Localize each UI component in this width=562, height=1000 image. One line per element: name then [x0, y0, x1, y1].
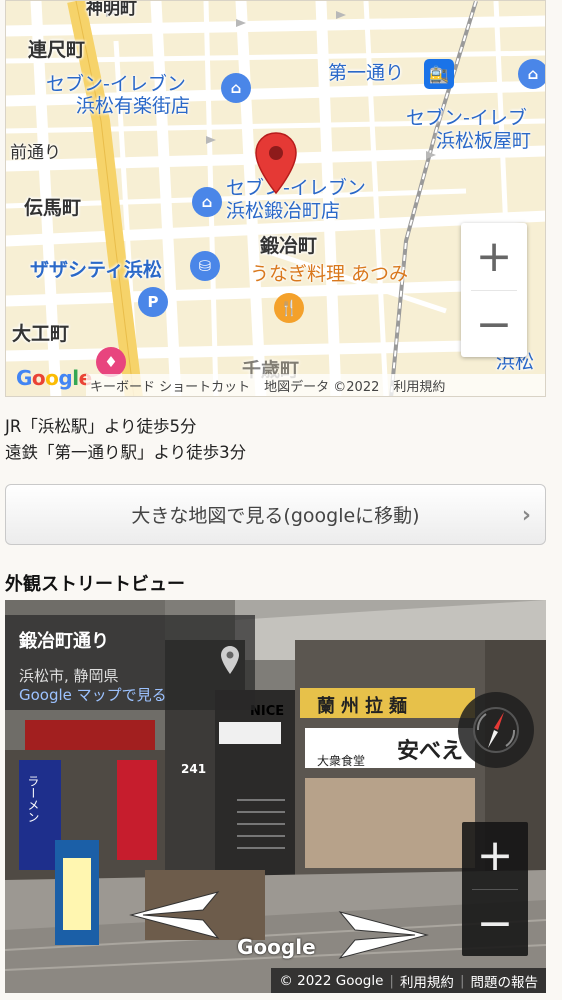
train-station-icon[interactable]: 🚉: [424, 59, 454, 89]
street-zoom-in-button[interactable]: +: [462, 822, 528, 889]
label-seven-itaya: セブン-イレブ: [406, 107, 527, 129]
street-location: 浜松市, 静岡県: [19, 667, 119, 685]
navigate-back-arrow-icon[interactable]: [123, 890, 223, 940]
convenience-store-icon[interactable]: ⌂: [518, 59, 545, 89]
label-mae-dori: 前通り: [10, 143, 61, 163]
sign-ranshu: 蘭州拉麺: [317, 696, 413, 717]
street-zoom-control: + −: [462, 822, 528, 956]
separator: |: [459, 972, 465, 989]
map-embed[interactable]: 神明町 連尺町 セブン-イレブン 浜松有楽街店 ⌂ 第一通り 🚉 ⌂ セブン-イ…: [5, 0, 546, 397]
label-seven-yurakugai-2: 浜松有楽街店: [76, 95, 191, 117]
google-logo[interactable]: Google: [16, 366, 92, 390]
access-jr: JR「浜松駅」より徒歩5分: [5, 417, 197, 436]
label-daiku: 大工町: [12, 323, 70, 345]
navigate-forward-arrow-icon[interactable]: [335, 910, 435, 960]
sign-yasube: 安べえ: [397, 739, 464, 764]
street-name: 鍛冶町通り: [19, 631, 109, 652]
street-view-embed[interactable]: NICE 241 蘭州拉麺 安べえ 大衆食堂 ラーメン 鍛冶町通り 浜松市, 静…: [5, 600, 546, 993]
label-daiichi-dori: 第一通り: [328, 62, 405, 84]
map-zoom-control: + −: [461, 223, 527, 357]
sign-taishu: 大衆食堂: [317, 754, 366, 768]
street-view-info-panel: 鍛冶町通り 浜松市, 静岡県 Google マップで見る: [5, 615, 255, 710]
location-pin-icon[interactable]: [254, 131, 298, 195]
label-zaza: ザザシティ浜松: [30, 259, 162, 281]
map-footer: キーボード ショートカット 地図データ ©2022 利用規約: [86, 374, 545, 396]
open-google-maps-button[interactable]: 大きな地図で見る(googleに移動) ›: [5, 484, 546, 545]
label-unagi: うなぎ料理 あつみ: [250, 263, 409, 285]
report-problem-link[interactable]: 問題の報告: [471, 971, 539, 991]
compass-icon[interactable]: [458, 692, 534, 768]
convenience-store-icon[interactable]: ⌂: [221, 73, 251, 103]
parking-icon[interactable]: P: [138, 287, 168, 317]
copyright-text: © 2022 Google: [279, 972, 384, 989]
street-zoom-out-button[interactable]: −: [462, 890, 528, 957]
label-seven-kajimachi-2: 浜松鍛冶町店: [226, 200, 341, 222]
sign-number: 241: [181, 762, 207, 776]
access-entetsu: 遠鉄「第一通り駅」より徒歩3分: [5, 443, 247, 462]
street-terms-link[interactable]: 利用規約: [400, 971, 454, 991]
label-kanda: 神明町: [86, 0, 137, 19]
shopping-icon[interactable]: ♦: [96, 347, 126, 377]
access-info: JR「浜松駅」より徒歩5分 遠鉄「第一通り駅」より徒歩3分: [5, 414, 246, 466]
sign-ramen: ラーメン: [26, 775, 40, 823]
map-terms-link[interactable]: 利用規約: [393, 376, 445, 395]
label-denma: 伝馬町: [24, 197, 82, 219]
map-zoom-out-button[interactable]: −: [461, 291, 527, 358]
chevron-right-icon: ›: [521, 503, 531, 528]
sign-nice: NICE: [250, 704, 285, 719]
separator: |: [389, 972, 394, 989]
street-view-footer: © 2022 Google | 利用規約 | 問題の報告: [271, 968, 546, 993]
shopping-bag-icon[interactable]: ⛁: [190, 251, 220, 281]
label-kajimachi: 鍛冶町: [260, 235, 318, 257]
map-zoom-in-button[interactable]: +: [461, 223, 527, 290]
place-pin-icon: [221, 646, 239, 674]
keyboard-shortcuts-link[interactable]: キーボード ショートカット: [90, 376, 250, 395]
google-logo[interactable]: Google: [237, 935, 316, 959]
label-renjaku: 連尺町: [28, 39, 86, 61]
section-title: 外観ストリートビュー: [5, 574, 185, 595]
view-in-google-maps-link[interactable]: Google マップで見る: [19, 686, 241, 705]
restaurant-icon[interactable]: 🍴: [274, 293, 304, 323]
label-seven-yurakugai: セブン-イレブン: [46, 73, 186, 95]
open-google-maps-label: 大きな地図で見る(googleに移動): [131, 505, 420, 527]
map-data-text: 地図データ ©2022: [264, 379, 380, 395]
convenience-store-icon[interactable]: ⌂: [192, 187, 222, 217]
label-seven-itaya-2: 浜松板屋町: [436, 130, 532, 152]
